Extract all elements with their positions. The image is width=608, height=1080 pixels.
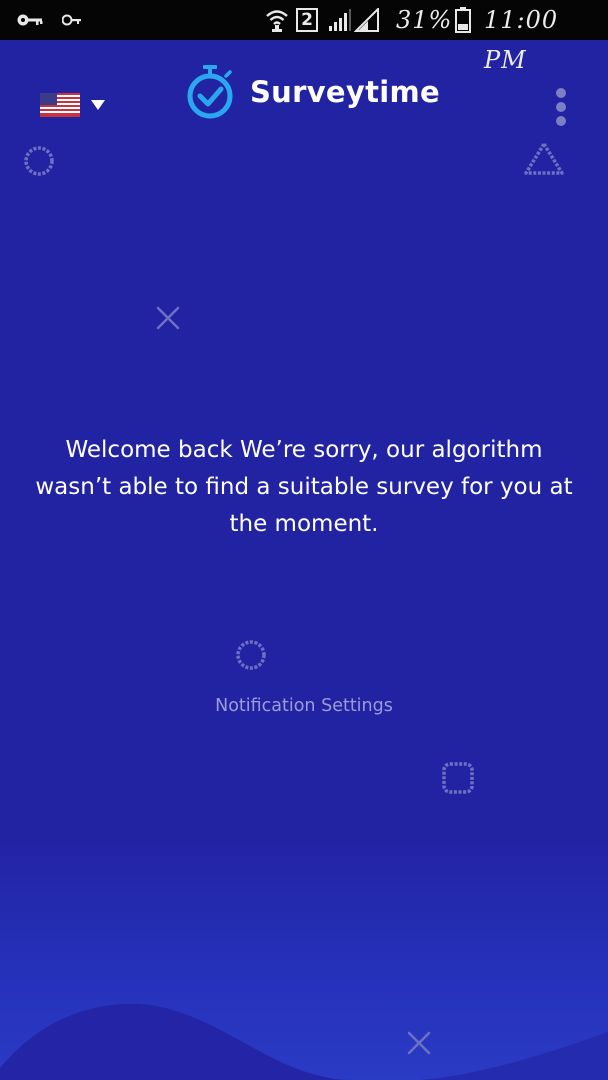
bottom-wave [0,1003,608,1080]
cross-decoration-icon [156,306,180,330]
dot-icon [556,102,566,112]
battery-icon [455,0,471,40]
us-flag-icon [40,93,80,117]
no-survey-message: Welcome back We’re sorry, our algorithm … [35,437,573,537]
dot-icon [556,88,566,98]
signal-icon [328,0,352,40]
sim-slot-label: 2 [296,8,318,32]
brand-logo: Surveytime [186,64,440,120]
status-bar: 2 31% 11:00 PM [0,0,608,74]
square-decoration-icon [442,762,474,794]
triangle-decoration-icon [524,142,564,175]
overflow-menu-button[interactable] [546,84,576,130]
battery-percent: 31% [396,6,453,34]
notification-settings-link[interactable]: Notification Settings [0,696,608,716]
circle-decoration-icon [236,640,266,670]
vpn-key-icon [16,0,44,40]
stopwatch-check-icon [187,65,233,119]
key-icon [62,0,82,40]
circle-decoration-icon [24,146,54,176]
signal-icon [354,0,380,40]
language-selector[interactable] [40,93,106,117]
chevron-down-icon [91,100,105,110]
brand-name: Surveytime [250,75,440,109]
cross-decoration-icon [407,1031,431,1055]
dot-icon [556,116,566,126]
wifi-icon [264,0,290,40]
sim-2-icon: 2 [296,0,318,40]
clock: 11:00 PM [484,6,559,74]
